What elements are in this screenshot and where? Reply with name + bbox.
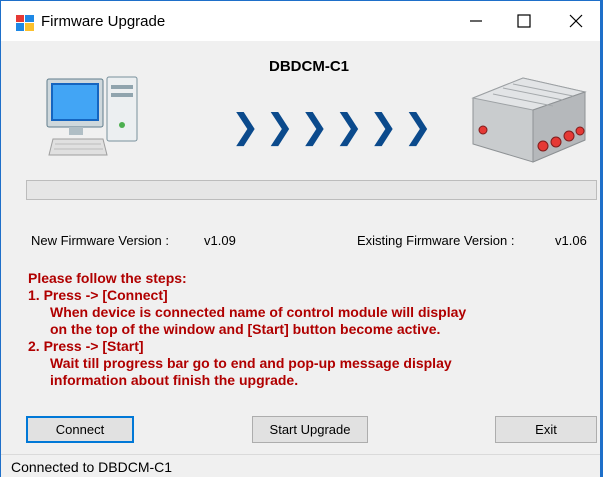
minimize-button[interactable] bbox=[453, 5, 499, 37]
step-1-detail-1: When device is connected name of control… bbox=[50, 304, 467, 320]
step-2-detail-1: Wait till progress bar go to end and pop… bbox=[50, 355, 452, 371]
close-button[interactable] bbox=[553, 5, 599, 37]
start-upgrade-button[interactable]: Start Upgrade bbox=[252, 416, 368, 443]
status-bar: Connected to DBDCM-C1 bbox=[1, 454, 600, 477]
step-1-detail-2: on the top of the window and [Start] but… bbox=[50, 321, 441, 337]
arrow-icon: ❯ bbox=[369, 107, 398, 147]
new-firmware-value: v1.09 bbox=[204, 233, 236, 248]
arrow-icon: ❯ bbox=[231, 107, 260, 147]
arrow-icon: ❯ bbox=[265, 107, 295, 147]
close-icon bbox=[569, 14, 583, 28]
connect-button[interactable]: Connect bbox=[26, 416, 134, 443]
upgrade-progress-bar bbox=[26, 180, 597, 200]
minimize-icon bbox=[470, 20, 482, 22]
step-2: 2. Press -> [Start] bbox=[28, 338, 144, 354]
firmware-upgrade-window: Firmware Upgrade DBDCM-C1 ❯ ❯ ❯ ❯ ❯ ❯ Ne… bbox=[0, 0, 601, 477]
device-image bbox=[471, 77, 587, 163]
maximize-button[interactable] bbox=[501, 5, 547, 37]
status-text: Connected to DBDCM-C1 bbox=[11, 459, 173, 475]
new-firmware-label: New Firmware Version : bbox=[31, 233, 169, 248]
transfer-arrows: ❯ ❯ ❯ ❯ ❯ ❯ bbox=[231, 110, 432, 144]
existing-firmware-label: Existing Firmware Version : bbox=[357, 233, 515, 248]
device-name: DBDCM-C1 bbox=[269, 58, 349, 75]
instructions-heading: Please follow the steps: bbox=[28, 270, 187, 286]
arrow-icon: ❯ bbox=[334, 107, 364, 147]
instructions: Please follow the steps: 1. Press -> [Co… bbox=[28, 270, 588, 389]
step-2-detail-2: information about finish the upgrade. bbox=[50, 372, 299, 388]
step-1: 1. Press -> [Connect] bbox=[28, 287, 168, 303]
exit-button[interactable]: Exit bbox=[495, 416, 597, 443]
arrow-icon: ❯ bbox=[403, 107, 433, 147]
maximize-icon bbox=[517, 14, 531, 28]
app-icon bbox=[16, 15, 34, 31]
existing-firmware-value: v1.06 bbox=[555, 233, 587, 248]
title-bar: Firmware Upgrade bbox=[1, 0, 600, 41]
computer-icon bbox=[46, 76, 138, 156]
window-title: Firmware Upgrade bbox=[41, 13, 166, 30]
arrow-icon: ❯ bbox=[300, 107, 329, 147]
